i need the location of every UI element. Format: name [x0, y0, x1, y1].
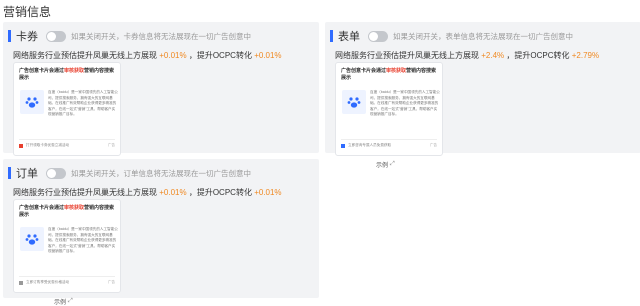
card-header: 卡券 如果关闭开关，卡券信息将无法展现在一切广告创意中 — [8, 28, 251, 44]
expand-icon: ⤢ — [68, 298, 73, 304]
preview-title-highlight: 审核获取 — [64, 205, 85, 211]
ad-preview: 广告创意卡片会通过审核获取营销内容搜索展示 百度（baidu）是一家中国领先的人… — [13, 62, 121, 156]
divider — [19, 276, 115, 277]
preview-title-a: 广告创意卡片会通过 — [19, 68, 65, 74]
card-header: 表单 如果关闭开关，表单信息将无法展现在一切广告创意中 — [330, 28, 573, 44]
card-title: 表单 — [338, 31, 360, 43]
preview-footer-right: 广告 — [107, 280, 115, 284]
card-coupon: 卡券 如果关闭开关，卡券信息将无法展现在一切广告创意中 网络服务行业预估提升凤巢… — [3, 22, 319, 169]
headline-value-2: +0.01% — [254, 188, 282, 197]
expand-icon: ⤢ — [390, 161, 395, 167]
preview-title: 广告创意卡片会通过审核获取营销内容搜索展示 — [341, 68, 439, 82]
accent-bar — [8, 30, 11, 42]
footer-mark — [341, 143, 345, 148]
preview-footer: 立即订购享受优惠价格活动 广告 — [19, 279, 115, 286]
preview-title-a: 广告创意卡片会通过 — [341, 68, 387, 74]
headline-mid: ，提升OCPC转化 — [188, 188, 252, 197]
headline-prefix: 网络服务行业预估提升凤巢无线上方展现 — [13, 188, 157, 197]
paw-logo-icon — [342, 90, 366, 114]
card-title: 卡券 — [16, 31, 38, 43]
coupon-toggle[interactable] — [46, 30, 66, 42]
footer-mark — [19, 143, 23, 148]
divider — [341, 139, 437, 140]
preview-body: 百度（baidu）是一家中国领先的人工智能公司，提供搜索服务，拥有强大的互联网基… — [48, 227, 118, 253]
card-order: 订单 如果关闭开关，订单信息将无法展现在一切广告创意中 网络服务行业预估提升凤巢… — [3, 159, 319, 306]
preview-title-highlight: 审核获取 — [386, 68, 407, 74]
preview-footer-text: 立即咨询专属人员免费获取 — [348, 143, 392, 147]
card-hint: 如果关闭开关，卡券信息将无法展现在一切广告创意中 — [71, 31, 251, 41]
headline-mid: ，提升OCPC转化 — [506, 51, 570, 60]
headline-prefix: 网络服务行业预估提升凤巢无线上方展现 — [13, 51, 157, 60]
footer-mark — [19, 280, 23, 285]
preview-footer-right: 广告 — [107, 143, 115, 147]
headline-value-2: +2.79% — [571, 51, 600, 60]
preview-footer-text: 打开领取卡券优惠立减活动 — [26, 143, 70, 147]
preview-title: 广告创意卡片会通过审核获取营销内容搜索展示 — [19, 205, 117, 219]
headline-value-1: +0.01% — [159, 51, 187, 60]
accent-bar — [8, 167, 11, 179]
card-form: 表单 如果关闭开关，表单信息将无法展现在一切广告创意中 网络服务行业预估提升凤巢… — [325, 22, 640, 169]
preview-footer: 打开领取卡券优惠立减活动 广告 — [19, 142, 115, 149]
headline-prefix: 网络服务行业预估提升凤巢无线上方展现 — [335, 51, 479, 60]
card-header: 订单 如果关闭开关，订单信息将无法展现在一切广告创意中 — [8, 165, 251, 181]
preview-title-highlight: 审核获取 — [64, 68, 85, 74]
paw-logo-icon — [20, 90, 44, 114]
page-title: 营销信息 — [3, 5, 52, 19]
order-toggle[interactable] — [46, 167, 66, 179]
ad-preview: 广告创意卡片会通过审核获取营销内容搜索展示 百度（baidu）是一家中国领先的人… — [13, 199, 121, 293]
example-label: 示例 — [376, 163, 389, 169]
headline-mid: ，提升OCPC转化 — [188, 51, 252, 60]
example-label: 示例 — [54, 300, 67, 306]
headline-value-2: +0.01% — [254, 51, 282, 60]
card-title: 订单 — [16, 168, 38, 180]
preview-body: 百度（baidu）是一家中国领先的人工智能公司，提供搜索服务，拥有强大的互联网基… — [48, 90, 118, 116]
divider — [19, 139, 115, 140]
paw-logo-icon — [20, 227, 44, 251]
headline-value-1: +2.4% — [481, 51, 505, 60]
card-hint: 如果关闭开关，订单信息将无法展现在一切广告创意中 — [71, 168, 251, 178]
ad-preview: 广告创意卡片会通过审核获取营销内容搜索展示 百度（baidu）是一家中国领先的人… — [335, 62, 443, 156]
card-hint: 如果关闭开关，表单信息将无法展现在一切广告创意中 — [393, 31, 573, 41]
example-link[interactable]: 示例 ⤢ — [54, 297, 73, 306]
headline: 网络服务行业预估提升凤巢无线上方展现 +2.4% ，提升OCPC转化 +2.79… — [335, 50, 599, 61]
headline: 网络服务行业预估提升凤巢无线上方展现 +0.01% ，提升OCPC转化 +0.0… — [13, 187, 282, 198]
form-toggle[interactable] — [368, 30, 388, 42]
accent-bar — [330, 30, 333, 42]
preview-footer-text: 立即订购享受优惠价格活动 — [26, 280, 70, 284]
preview-footer: 立即咨询专属人员免费获取 广告 — [341, 142, 437, 149]
preview-footer-right: 广告 — [429, 143, 437, 147]
preview-title-a: 广告创意卡片会通过 — [19, 205, 65, 211]
headline: 网络服务行业预估提升凤巢无线上方展现 +0.01% ，提升OCPC转化 +0.0… — [13, 50, 282, 61]
preview-title: 广告创意卡片会通过审核获取营销内容搜索展示 — [19, 68, 117, 82]
preview-body: 百度（baidu）是一家中国领先的人工智能公司，提供搜索服务，拥有强大的互联网基… — [370, 90, 440, 116]
headline-value-1: +0.01% — [159, 188, 187, 197]
example-link[interactable]: 示例 ⤢ — [376, 160, 395, 169]
